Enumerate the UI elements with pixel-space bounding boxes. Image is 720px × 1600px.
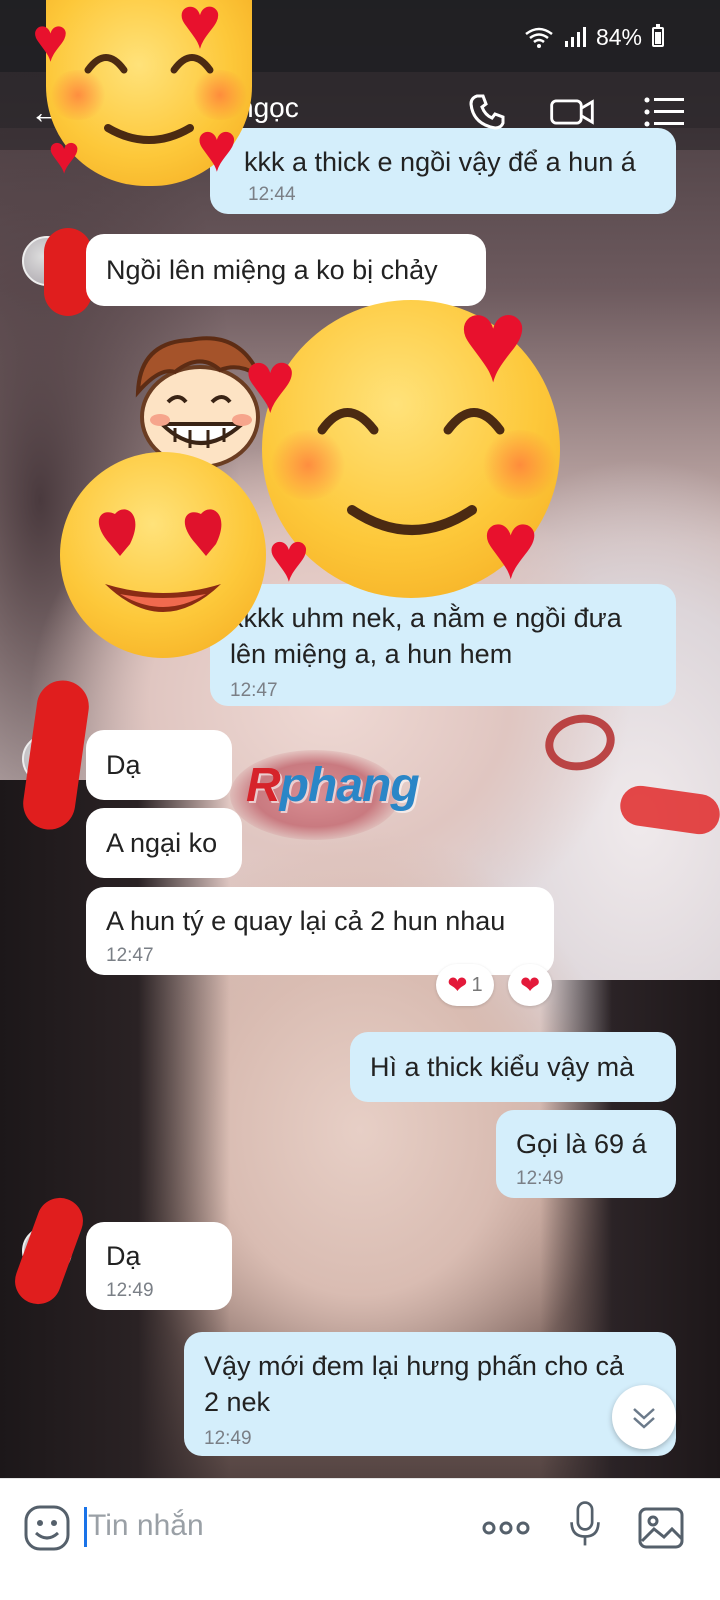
emoji-smile-icon[interactable] <box>22 1503 72 1553</box>
heart-sticker: ♥ <box>482 492 539 599</box>
message-bubble-outgoing[interactable]: Hì a thick kiểu vậy mà <box>350 1032 676 1102</box>
chevron-down-icon <box>633 1408 655 1429</box>
status-indicators: 84% <box>524 22 664 52</box>
message-text: kkk a thick e ngồi vậy để a hun á <box>244 147 636 177</box>
message-input[interactable]: Tin nhắn <box>88 1509 204 1543</box>
message-text-line: kkkk uhm nek, a nằm e ngồi đưa <box>230 603 622 633</box>
microphone-icon[interactable] <box>560 1499 610 1549</box>
heart-icon: ❤ <box>519 971 541 999</box>
message-time: 12:49 <box>106 1280 154 1301</box>
heart-sticker: ♥ <box>48 125 81 185</box>
message-bubble-outgoing[interactable]: kkk a thick e ngồi vậy để a hun á 12:44 <box>210 128 676 214</box>
heart-sticker: ♥ <box>458 275 529 407</box>
message-text-line: 2 nek <box>204 1387 271 1417</box>
message-input-bar: Tin nhắn <box>0 1478 720 1600</box>
message-text: Hì a thick kiểu vậy mà <box>370 1052 635 1082</box>
phone-icon[interactable] <box>463 88 511 136</box>
message-text: A hun tý e quay lại cả 2 hun nhau <box>106 906 506 936</box>
battery-icon <box>652 24 664 47</box>
heart-sticker: ♥ <box>32 6 69 75</box>
wallpaper-red-mark <box>617 783 720 837</box>
reaction-heart-count[interactable]: ❤ 1 <box>436 964 494 1006</box>
message-bubble-outgoing[interactable]: Gọi là 69 á 12:49 <box>496 1110 676 1198</box>
message-time: 12:47 <box>230 680 278 701</box>
message-text: Dạ <box>106 750 141 780</box>
message-text: A ngại ko <box>106 828 218 858</box>
message-bubble-incoming[interactable]: Ngồi lên miệng a ko bị chảy <box>86 234 486 306</box>
heart-sticker: ♥ <box>268 518 310 596</box>
scroll-to-bottom-button[interactable] <box>612 1385 676 1449</box>
heart-sticker: ♥ <box>244 332 297 431</box>
text-cursor <box>84 1507 87 1547</box>
message-bubble-incoming[interactable]: A ngại ko <box>86 808 242 878</box>
reaction-count: 1 <box>471 973 483 996</box>
redaction-mark <box>44 228 92 316</box>
more-dots-icon[interactable] <box>480 1503 532 1553</box>
message-time: 12:49 <box>204 1428 252 1449</box>
watermark-logo: Rphang <box>246 758 420 813</box>
list-menu-icon[interactable] <box>640 88 688 136</box>
battery-percentage: 84% <box>595 23 642 50</box>
message-time: 12:49 <box>516 1168 564 1189</box>
image-gallery-icon[interactable] <box>636 1503 686 1553</box>
wifi-icon <box>525 27 553 48</box>
heart-sticker: ♥ <box>178 0 222 64</box>
message-bubble-incoming[interactable]: Dạ <box>86 730 232 800</box>
message-text: Ngồi lên miệng a ko bị chảy <box>106 255 438 285</box>
message-time: 12:44 <box>248 184 296 205</box>
heart-sticker: ♥ <box>196 108 238 186</box>
message-text-line: lên miệng a, a hun hem <box>230 639 513 669</box>
watermark-letter: R <box>246 759 281 812</box>
signal-icon <box>564 27 586 47</box>
watermark-text: phang <box>279 759 420 812</box>
video-camera-icon[interactable] <box>548 88 596 136</box>
message-bubble-incoming[interactable]: Dạ 12:49 <box>86 1222 232 1310</box>
message-text-line: Vậy mới đem lại hưng phấn cho cả <box>204 1351 625 1381</box>
heart-icon: ❤ <box>447 971 468 999</box>
wallpaper-decoration <box>540 708 620 777</box>
message-bubble-outgoing[interactable]: Vậy mới đem lại hưng phấn cho cả 2 nek 1… <box>184 1332 676 1456</box>
message-text: Dạ <box>106 1241 141 1271</box>
heart-eyes-face <box>98 509 222 612</box>
message-text: Gọi là 69 á <box>516 1129 647 1159</box>
add-reaction-button[interactable]: ❤ <box>508 964 552 1006</box>
message-bubble-outgoing[interactable]: kkkk uhm nek, a nằm e ngồi đưa lên miệng… <box>210 584 676 706</box>
message-bubble-incoming[interactable]: A hun tý e quay lại cả 2 hun nhau 12:47 <box>86 887 554 975</box>
